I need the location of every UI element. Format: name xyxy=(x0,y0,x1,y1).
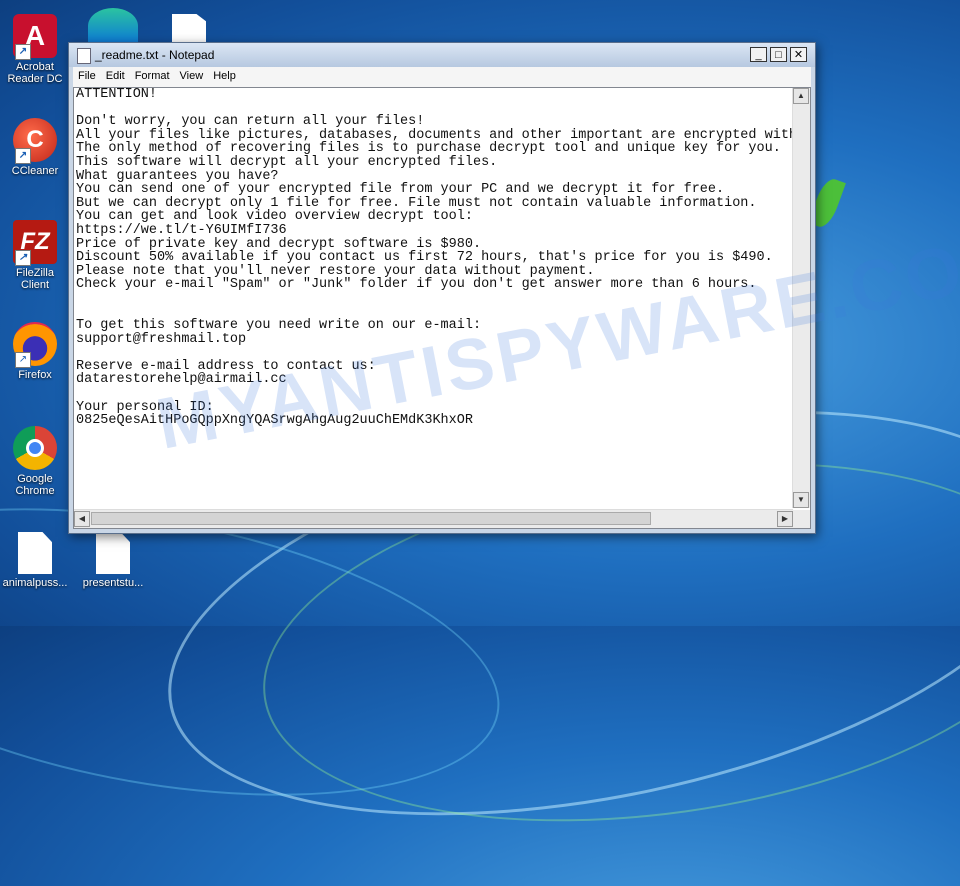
desktop-icon-file[interactable]: animalpuss... xyxy=(2,532,68,589)
notepad-icon xyxy=(77,48,91,64)
desktop-icon-label: Google Chrome xyxy=(15,473,55,497)
file-icon xyxy=(18,532,52,574)
minimize-button[interactable]: _ xyxy=(750,47,767,62)
notepad-window: _readme.txt - Notepad _ □ ✕ File Edit Form… xyxy=(68,42,816,534)
close-button[interactable]: ✕ xyxy=(790,47,807,62)
desktop-icon-chrome[interactable]: Google Chrome xyxy=(2,426,68,497)
acrobat-icon: A ↗ xyxy=(13,14,57,60)
firefox-icon: ↗ xyxy=(13,322,57,368)
menu-view[interactable]: View xyxy=(175,67,209,82)
edge-icon[interactable] xyxy=(88,8,138,44)
desktop-icon-label: animalpuss... xyxy=(2,577,68,589)
desktop-icon-file[interactable]: presentstu... xyxy=(80,532,146,589)
horizontal-scroll-thumb[interactable] xyxy=(91,512,651,525)
file-icon[interactable] xyxy=(172,14,206,44)
window-title: _readme.txt - Notepad xyxy=(95,48,215,62)
menu-edit[interactable]: Edit xyxy=(101,67,130,82)
desktop-icon-ccleaner[interactable]: C ↗ CCleaner xyxy=(2,118,68,177)
desktop-icon-label: presentstu... xyxy=(82,577,144,589)
desktop-icon-firefox[interactable]: ↗ Firefox xyxy=(2,322,68,381)
menu-file[interactable]: File xyxy=(73,67,101,82)
size-grip[interactable] xyxy=(793,510,810,528)
maximize-button[interactable]: □ xyxy=(770,47,787,62)
scroll-up-arrow-icon[interactable]: ▲ xyxy=(793,88,809,104)
desktop-icon-label: CCleaner xyxy=(11,165,59,177)
desktop-icon-acrobat[interactable]: A ↗ Acrobat Reader DC xyxy=(2,14,68,85)
ransom-note-text[interactable]: ATTENTION! Don't worry, you can return a… xyxy=(76,88,792,508)
scroll-down-arrow-icon[interactable]: ▼ xyxy=(793,492,809,508)
scroll-left-arrow-icon[interactable]: ◀ xyxy=(74,511,90,527)
title-bar[interactable]: _readme.txt - Notepad _ □ ✕ xyxy=(69,43,815,67)
file-icon xyxy=(96,532,130,574)
vertical-scrollbar[interactable]: ▲ ▼ xyxy=(792,88,810,508)
chrome-icon xyxy=(13,426,57,470)
menu-bar: File Edit Format View Help xyxy=(73,67,811,87)
menu-format[interactable]: Format xyxy=(130,67,175,82)
menu-help[interactable]: Help xyxy=(208,67,241,82)
filezilla-icon: FZ ↗ xyxy=(13,220,57,266)
ccleaner-icon: C ↗ xyxy=(13,118,57,164)
desktop-icon-label: Acrobat Reader DC xyxy=(7,61,63,85)
desktop-icon-label: Firefox xyxy=(18,369,52,381)
desktop-icon-label: FileZilla Client xyxy=(16,267,54,291)
text-editor[interactable]: ATTENTION! Don't worry, you can return a… xyxy=(73,87,811,529)
scroll-right-arrow-icon[interactable]: ▶ xyxy=(777,511,793,527)
horizontal-scrollbar[interactable]: ◀ ▶ xyxy=(74,509,793,528)
desktop-icon-filezilla[interactable]: FZ ↗ FileZilla Client xyxy=(2,220,68,291)
